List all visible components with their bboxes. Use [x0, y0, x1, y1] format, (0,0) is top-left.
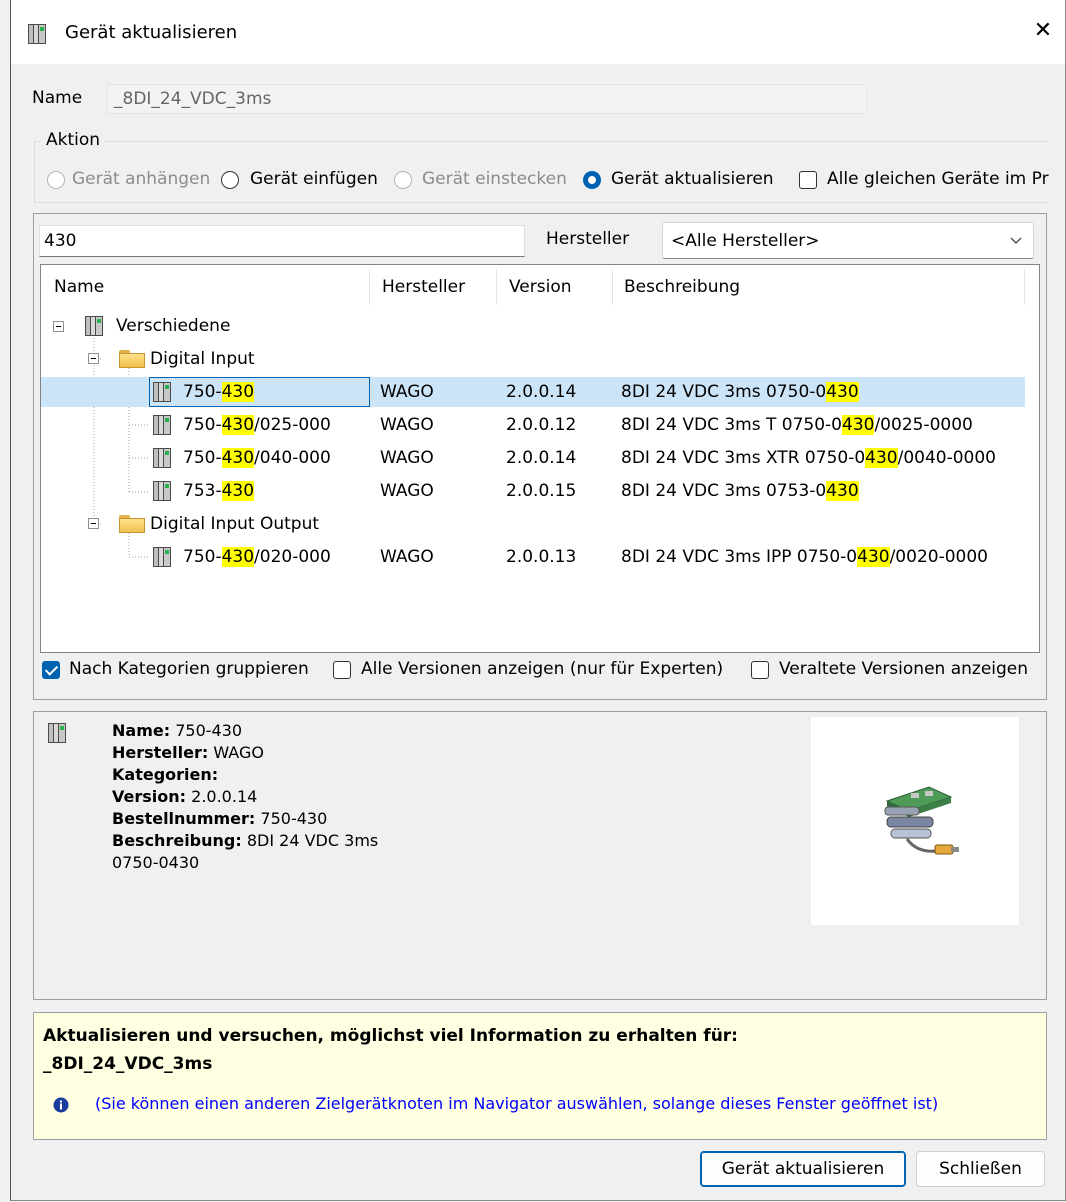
radio-update-label: Gerät aktualisieren: [611, 169, 774, 189]
row-vendor: WAGO: [380, 415, 434, 435]
network-card-icon: [884, 786, 959, 855]
detail-description: 8DI 24 VDC 3ms: [246, 831, 379, 850]
radio-insert-label: Gerät einfügen: [250, 169, 378, 189]
detail-version: 2.0.0.14: [191, 787, 258, 806]
row-version: 2.0.0.14: [506, 382, 577, 402]
name-label: Name: [32, 88, 83, 108]
row-vendor: WAGO: [380, 382, 434, 402]
tree-row-group[interactable]: Digital Input Output: [41, 509, 1039, 539]
column-version[interactable]: Version: [509, 277, 572, 297]
window-title: Gerät aktualisieren: [65, 22, 238, 43]
detail-order: 750-430: [260, 809, 328, 828]
info-box: Aktualisieren und versuchen, möglichst v…: [33, 1012, 1047, 1140]
info-hint: (Sie können einen anderen Zielgerätknote…: [95, 1094, 939, 1113]
radio-insert[interactable]: [221, 171, 239, 189]
collapse-icon[interactable]: [88, 518, 99, 529]
row-name: 753-430: [183, 481, 255, 501]
device-icon: [85, 316, 103, 336]
group-label: Digital Input: [150, 349, 255, 369]
vendor-select-value: <Alle Hersteller>: [671, 231, 820, 251]
device-image: [811, 717, 1019, 925]
detail-vendor: WAGO: [213, 743, 264, 762]
update-device-button[interactable]: Gerät aktualisieren: [700, 1151, 906, 1187]
outdated-versions-label: Veraltete Versionen anzeigen: [779, 659, 1029, 679]
group-by-category-checkbox[interactable]: [42, 661, 60, 679]
device-icon: [48, 723, 66, 743]
row-description: 8DI 24 VDC 3ms XTR 0750-0430/0040-0000: [621, 448, 996, 468]
table-row[interactable]: 750-430/025-000 WAGO 2.0.0.12 8DI 24 VDC…: [41, 410, 1025, 440]
column-description[interactable]: Beschreibung: [624, 277, 740, 297]
action-group-label: Aktion: [41, 130, 106, 150]
group-by-category-label: Nach Kategorien gruppieren: [69, 659, 309, 679]
chevron-down-icon: [1010, 237, 1022, 244]
device-icon: [153, 481, 171, 501]
detail-description-line2: 0750-0430: [112, 853, 200, 872]
folder-icon: [119, 515, 145, 533]
radio-attach-label: Gerät anhängen: [72, 169, 211, 189]
name-field[interactable]: _8DI_24_VDC_3ms: [107, 84, 867, 114]
row-description: 8DI 24 VDC 3ms 0753-0430: [621, 481, 859, 501]
all-same-devices-checkbox[interactable]: [799, 171, 817, 189]
device-icon: [28, 24, 46, 44]
row-version: 2.0.0.13: [506, 547, 577, 567]
row-vendor: WAGO: [380, 547, 434, 567]
row-version: 2.0.0.15: [506, 481, 577, 501]
name-field-value: _8DI_24_VDC_3ms: [114, 89, 272, 109]
tree-row-group[interactable]: Digital Input: [41, 344, 1039, 374]
radio-plug[interactable]: [394, 171, 412, 189]
row-name: 750-430/025-000: [183, 415, 331, 435]
row-version: 2.0.0.14: [506, 448, 577, 468]
device-icon: [153, 415, 171, 435]
table-row[interactable]: 753-430 WAGO 2.0.0.15 8DI 24 VDC 3ms 075…: [41, 476, 1025, 506]
update-device-dialog: Gerät aktualisieren ✕ Name _8DI_24_VDC_3…: [10, 0, 1066, 1201]
title-bar: Gerät aktualisieren ✕: [11, 0, 1065, 64]
all-versions-label: Alle Versionen anzeigen (nur für Experte…: [361, 659, 724, 679]
row-vendor: WAGO: [380, 448, 434, 468]
row-description: 8DI 24 VDC 3ms IPP 0750-0430/0020-0000: [621, 547, 988, 567]
row-name: 750-430/040-000: [183, 448, 331, 468]
row-name: 750-430: [183, 382, 255, 402]
search-input[interactable]: 430: [39, 225, 525, 257]
row-name: 750-430/020-000: [183, 547, 331, 567]
device-icon: [153, 448, 171, 468]
device-icon: [153, 547, 171, 567]
info-icon: [53, 1097, 69, 1113]
radio-update[interactable]: [583, 171, 601, 189]
table-row[interactable]: 750-430 WAGO 2.0.0.14 8DI 24 VDC 3ms 075…: [41, 377, 1025, 407]
vendor-select[interactable]: <Alle Hersteller>: [662, 222, 1034, 259]
search-input-value: 430: [44, 231, 77, 251]
details-text: Name: 750-430 Hersteller: WAGO Kategorie…: [112, 721, 379, 872]
outdated-versions-checkbox[interactable]: [751, 661, 769, 679]
collapse-icon[interactable]: [88, 353, 99, 364]
info-heading: Aktualisieren und versuchen, möglichst v…: [43, 1026, 738, 1046]
info-target: _8DI_24_VDC_3ms: [43, 1054, 213, 1074]
close-icon[interactable]: ✕: [1029, 18, 1057, 43]
column-vendor[interactable]: Hersteller: [382, 277, 465, 297]
device-table: Name Hersteller Version Beschreibung Ver…: [40, 264, 1040, 653]
row-vendor: WAGO: [380, 481, 434, 501]
close-button[interactable]: Schließen: [916, 1151, 1045, 1187]
tree-root-label: Verschiedene: [116, 316, 231, 336]
radio-attach[interactable]: [47, 171, 65, 189]
row-version: 2.0.0.12: [506, 415, 577, 435]
table-row[interactable]: 750-430/020-000 WAGO 2.0.0.13 8DI 24 VDC…: [41, 542, 1025, 572]
folder-icon: [119, 350, 145, 368]
all-same-devices-label: Alle gleichen Geräte im Pr: [827, 169, 1049, 189]
collapse-icon[interactable]: [53, 321, 64, 332]
all-versions-checkbox[interactable]: [333, 661, 351, 679]
tree-row-root[interactable]: Verschiedene: [41, 311, 1039, 341]
row-description: 8DI 24 VDC 3ms T 0750-0430/0025-0000: [621, 415, 973, 435]
vendor-label: Hersteller: [546, 229, 630, 249]
row-description: 8DI 24 VDC 3ms 0750-0430: [621, 382, 859, 402]
group-label: Digital Input Output: [150, 514, 320, 534]
table-row[interactable]: 750-430/040-000 WAGO 2.0.0.14 8DI 24 VDC…: [41, 443, 1025, 473]
radio-plug-label: Gerät einstecken: [422, 169, 567, 189]
detail-name: 750-430: [175, 721, 243, 740]
